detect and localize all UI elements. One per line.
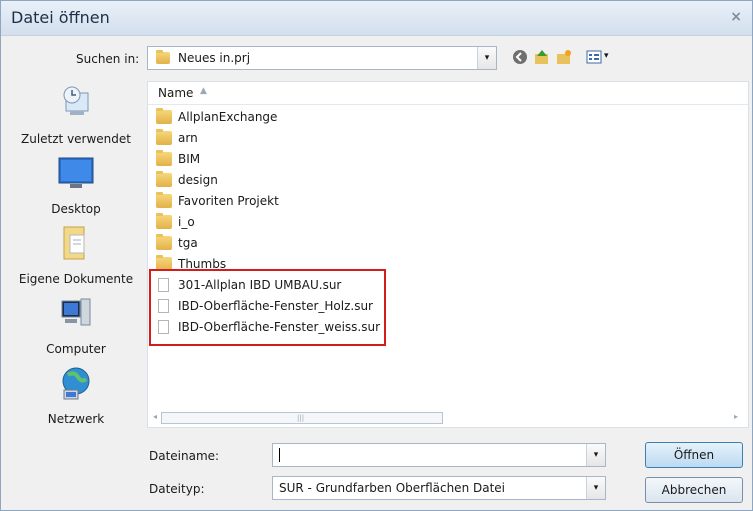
place-computer[interactable]: Computer	[11, 293, 141, 356]
close-icon[interactable]: ×	[730, 9, 742, 25]
scroll-grip-icon: |||	[297, 414, 305, 422]
item-name: AllplanExchange	[178, 110, 278, 124]
place-label: Netzwerk	[47, 412, 105, 426]
open-button[interactable]: Öffnen	[645, 442, 743, 468]
item-name: BIM	[178, 152, 201, 166]
lookin-label: Suchen in:	[76, 52, 140, 66]
horizontal-scrollbar[interactable]: |||	[161, 412, 443, 424]
folder-icon	[156, 108, 172, 124]
recent-places-icon	[63, 86, 89, 115]
desktop-icon	[58, 157, 94, 188]
lookin-combo[interactable]: Neues in.prj ▾	[147, 46, 497, 70]
folder-icon	[156, 171, 172, 187]
file-open-dialog: Datei öffnen × Suchen in: Neues in.prj ▾…	[0, 0, 753, 511]
place-label: Zuletzt verwendet	[21, 132, 131, 146]
file-list[interactable]: Name ▲ AllplanExchange arn BIM design Fa…	[147, 81, 749, 428]
scroll-left-icon[interactable]: ◂	[153, 412, 157, 421]
place-label: Computer	[46, 342, 106, 356]
chevron-down-icon[interactable]: ▾	[477, 47, 496, 69]
back-icon[interactable]	[511, 48, 529, 66]
filename-label: Dateiname:	[149, 449, 220, 463]
list-item[interactable]: tga	[156, 234, 416, 254]
cancel-button[interactable]: Abbrechen	[645, 477, 743, 503]
column-name-label: Name	[158, 86, 194, 100]
computer-icon	[61, 298, 91, 326]
list-item[interactable]: BIM	[156, 150, 416, 170]
documents-icon	[63, 226, 85, 260]
sort-ascending-icon: ▲	[200, 86, 207, 96]
filename-value	[279, 448, 280, 462]
filetype-select[interactable]: SUR - Grundfarben Oberflächen Datei ▾	[272, 476, 606, 500]
folder-icon	[156, 234, 172, 250]
places-bar: Zuletzt verwendet Desktop Eigene Dokumen…	[11, 77, 141, 437]
list-item[interactable]: AllplanExchange	[156, 108, 416, 128]
list-item[interactable]: i_o	[156, 213, 416, 233]
folder-icon	[156, 129, 172, 145]
item-name: tga	[178, 236, 198, 250]
place-documents[interactable]: Eigene Dokumente	[11, 223, 141, 286]
new-folder-icon[interactable]	[555, 48, 573, 66]
window-title: Datei öffnen	[11, 8, 110, 27]
folder-icon	[156, 50, 170, 64]
up-folder-icon[interactable]	[533, 48, 551, 66]
folder-icon	[156, 150, 172, 166]
view-menu-icon[interactable]	[585, 48, 603, 66]
column-header-name[interactable]: Name ▲	[148, 82, 748, 105]
scroll-right-icon[interactable]: ▸	[734, 412, 738, 421]
chevron-down-icon[interactable]: ▾	[586, 477, 605, 499]
lookin-value: Neues in.prj	[178, 51, 251, 65]
place-label: Eigene Dokumente	[18, 272, 134, 286]
filename-input[interactable]: ▾	[272, 443, 606, 467]
place-recent[interactable]: Zuletzt verwendet	[11, 83, 141, 146]
filetype-value: SUR - Grundfarben Oberflächen Datei	[279, 481, 506, 495]
place-desktop[interactable]: Desktop	[11, 153, 141, 216]
title-bar: Datei öffnen ×	[1, 1, 752, 36]
folder-icon	[156, 192, 172, 208]
list-item[interactable]: design	[156, 171, 416, 191]
item-name: design	[178, 173, 218, 187]
network-icon	[62, 367, 90, 400]
item-name: arn	[178, 131, 198, 145]
folder-icon	[156, 213, 172, 229]
list-item[interactable]: Favoriten Projekt	[156, 192, 416, 212]
place-label: Desktop	[51, 202, 101, 216]
item-name: Favoriten Projekt	[178, 194, 279, 208]
chevron-down-icon[interactable]: ▾	[586, 444, 605, 466]
item-name: i_o	[178, 215, 195, 229]
list-item[interactable]: arn	[156, 129, 416, 149]
view-menu-caret[interactable]: ▾	[604, 51, 609, 61]
place-network[interactable]: Netzwerk	[11, 363, 141, 426]
selection-highlight-box	[149, 269, 386, 346]
filetype-label: Dateityp:	[149, 482, 205, 496]
